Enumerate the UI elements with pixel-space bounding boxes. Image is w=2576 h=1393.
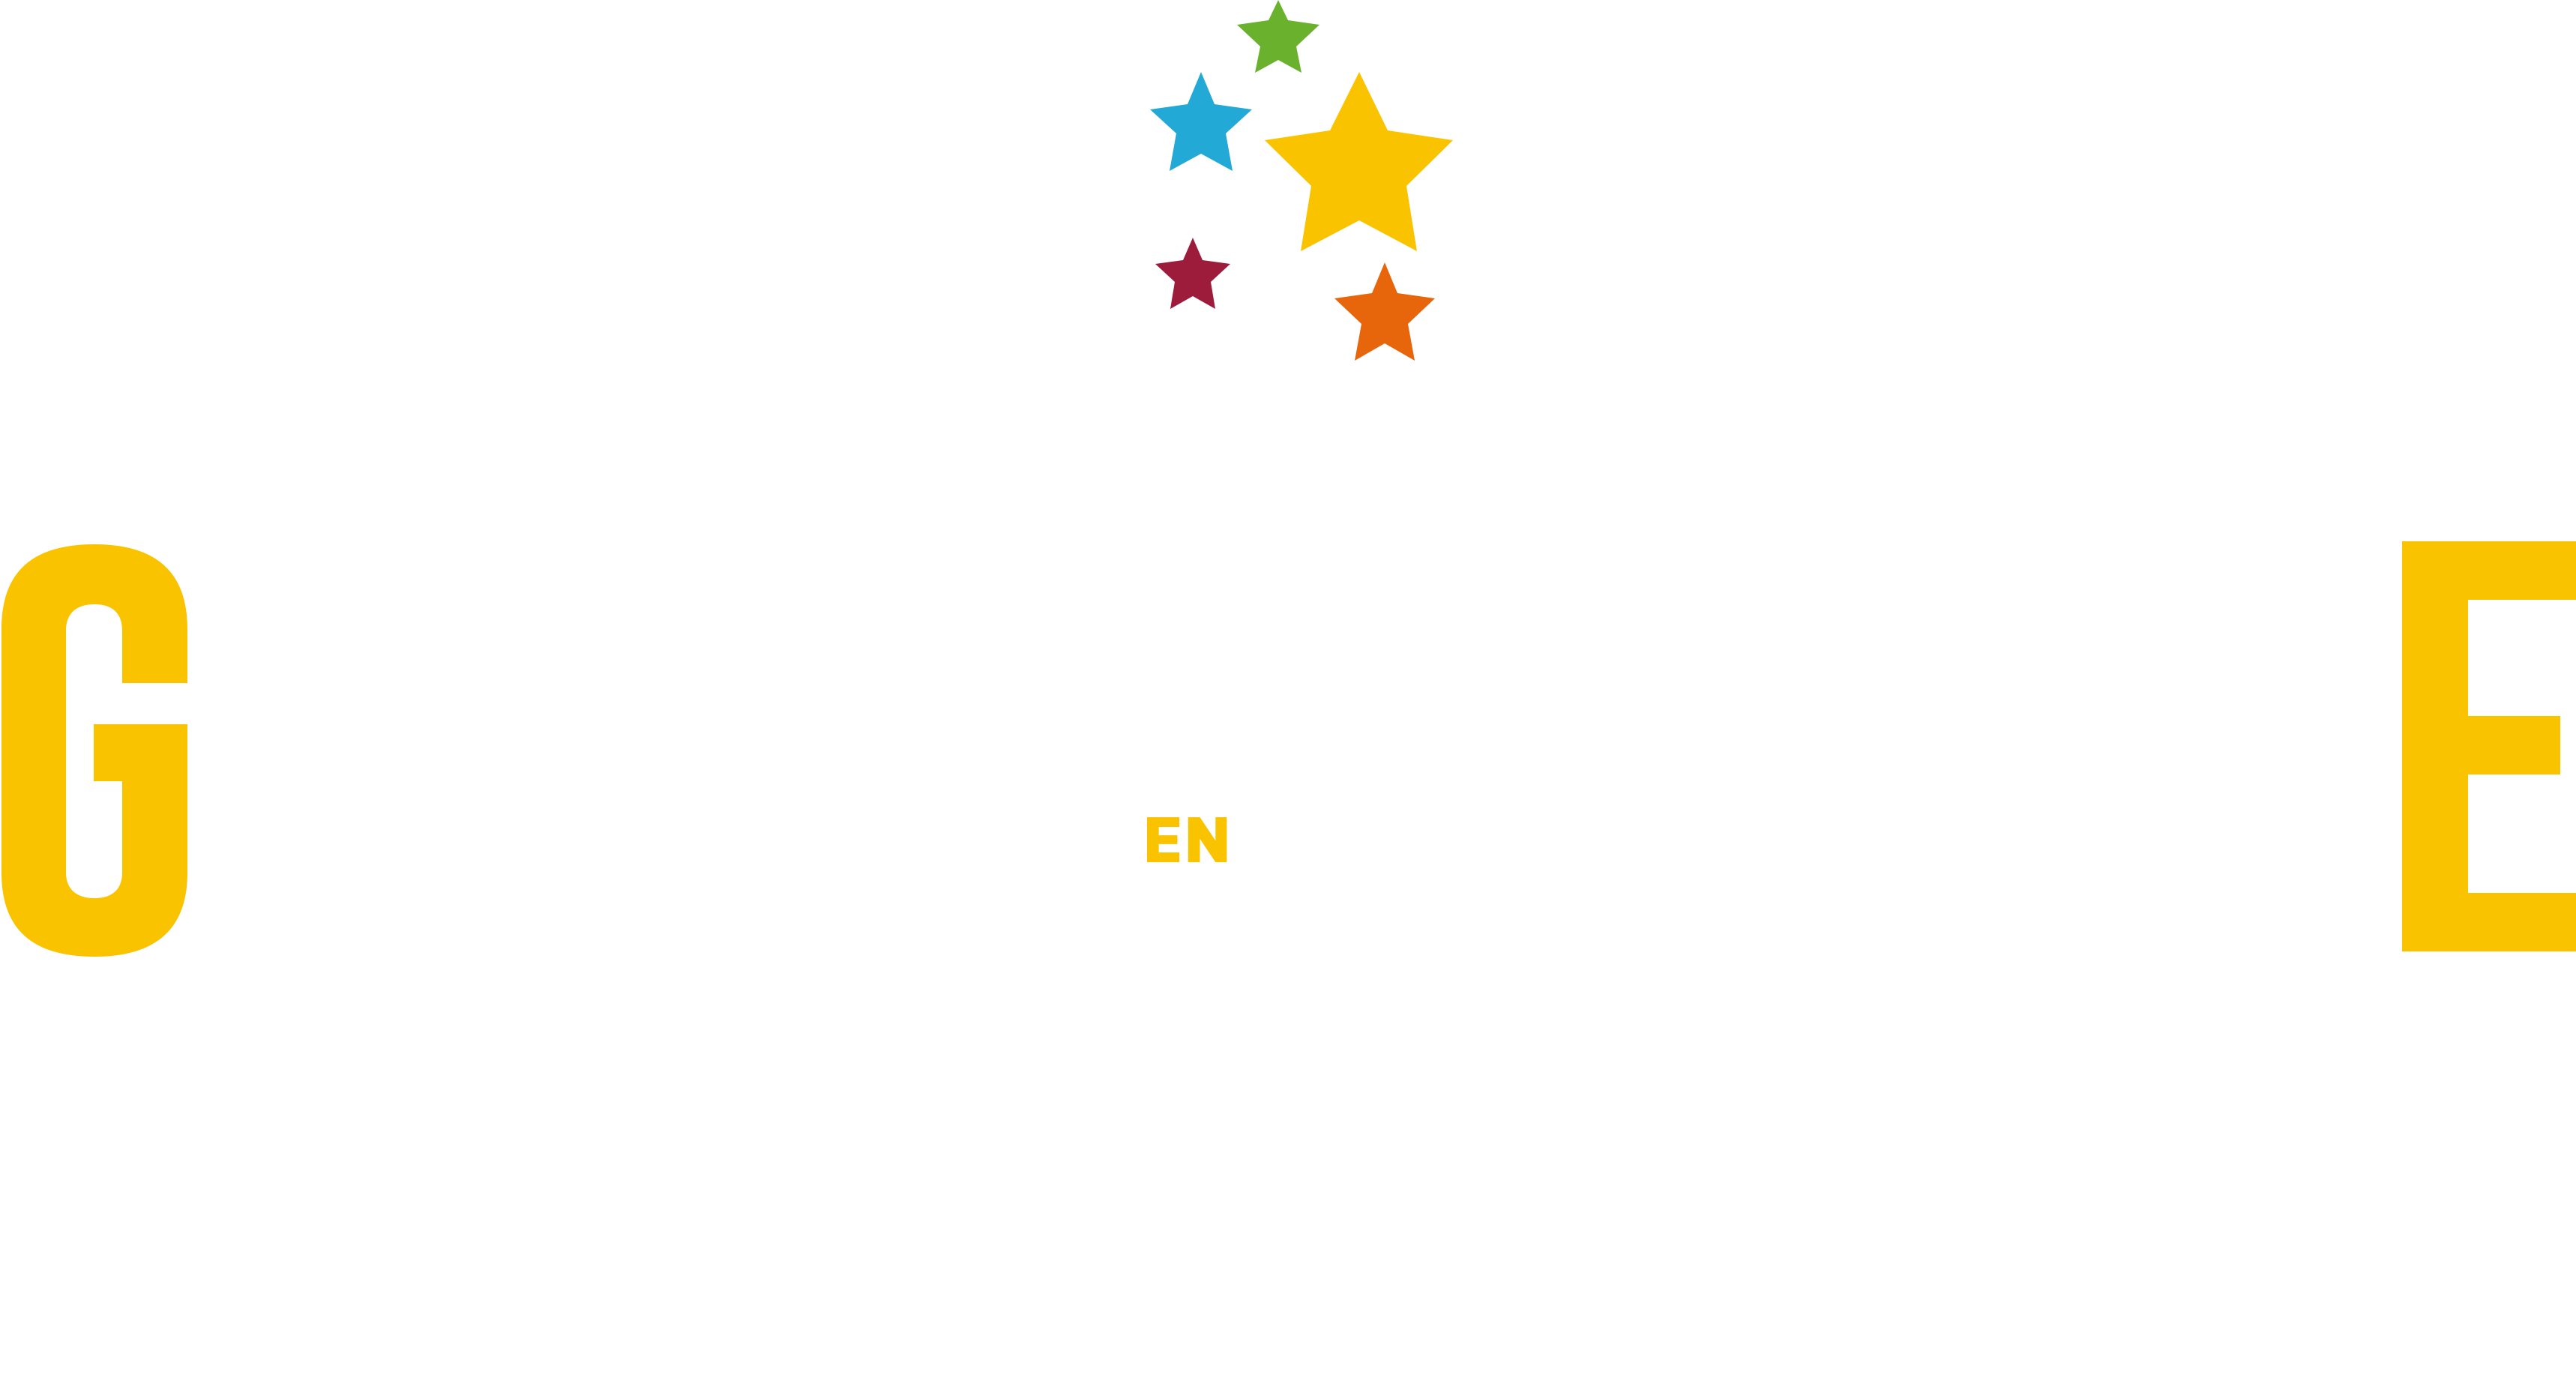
star-blue-icon — [1150, 72, 1252, 171]
star-large-icon — [1265, 72, 1453, 251]
star-orange-icon — [1334, 262, 1435, 361]
logo-word-en — [1147, 817, 1282, 862]
logo-stars-cluster — [1140, 0, 1469, 367]
star-red-icon — [1155, 238, 1230, 309]
logo-letter-e — [2402, 541, 2576, 951]
star-green-icon — [1237, 0, 1319, 73]
logo-letter-g — [0, 544, 189, 957]
